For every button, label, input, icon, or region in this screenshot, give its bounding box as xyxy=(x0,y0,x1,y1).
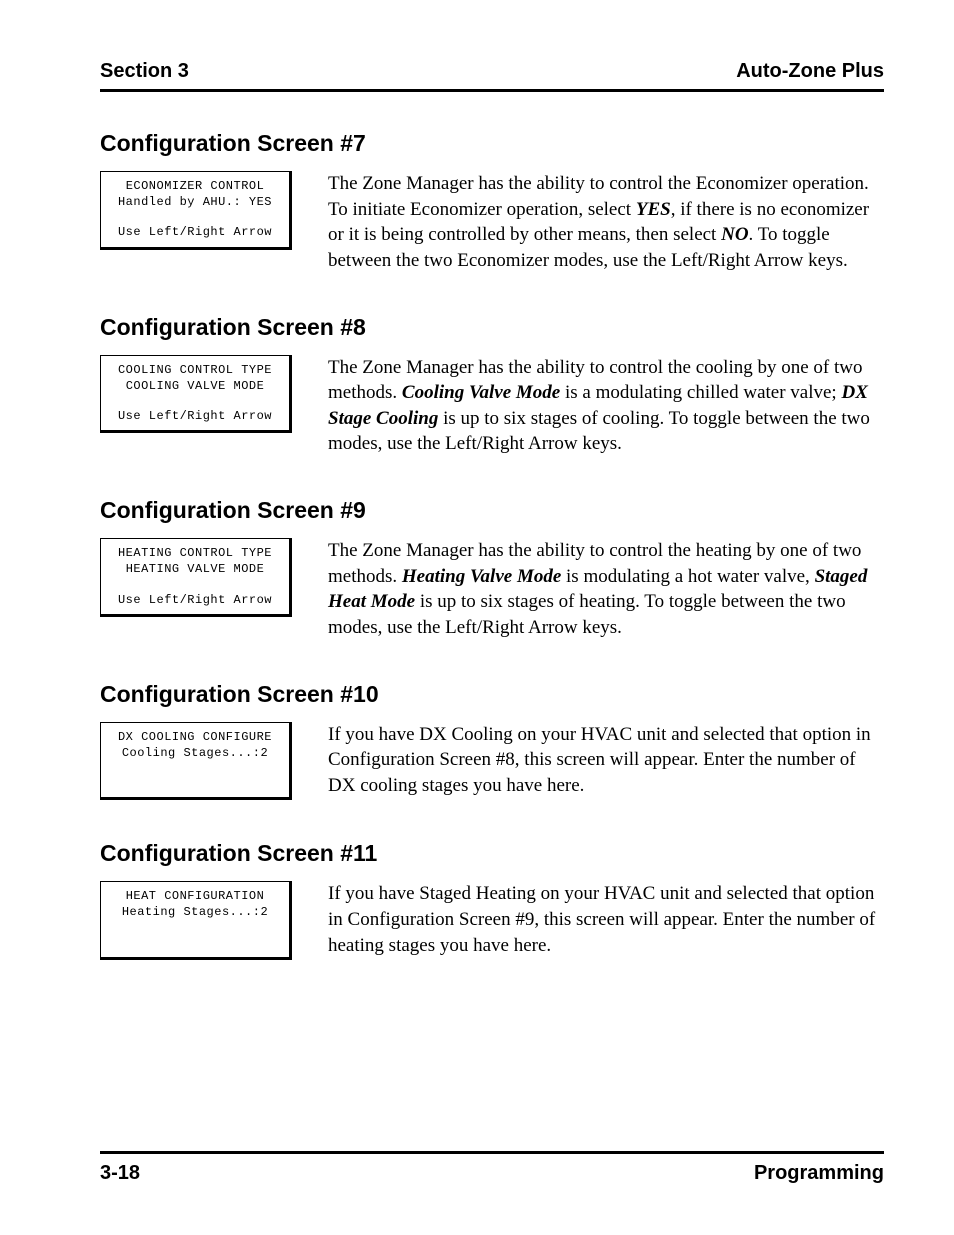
config-block: HEAT CONFIGURATIONHeating Stages...:2 If… xyxy=(100,881,884,960)
config-heading: Configuration Screen #10 xyxy=(100,681,884,708)
config-block: COOLING CONTROL TYPECOOLING VALVE MODE Us… xyxy=(100,355,884,458)
screen-display: DX COOLING CONFIGURECooling Stages...:2 xyxy=(100,722,292,801)
screen-line: HEAT CONFIGURATION xyxy=(107,888,283,904)
config-block: DX COOLING CONFIGURECooling Stages...:2 … xyxy=(100,722,884,801)
config-block: HEATING CONTROL TYPEHEATING VALVE MODE Us… xyxy=(100,538,884,641)
page-footer: 3-18 Programming xyxy=(100,1151,884,1185)
screen-line: DX COOLING CONFIGURE xyxy=(107,729,283,745)
screen-line: Use Left/Right Arrow xyxy=(107,224,283,240)
page-number: 3-18 xyxy=(100,1162,140,1185)
screen-line: COOLING VALVE MODE xyxy=(107,378,283,394)
screen-line: Use Left/Right Arrow xyxy=(107,408,283,424)
screen-display: HEAT CONFIGURATIONHeating Stages...:2 xyxy=(100,881,292,960)
config-heading: Configuration Screen #8 xyxy=(100,314,884,341)
screen-line: ECONOMIZER CONTROL xyxy=(107,178,283,194)
screen-display: HEATING CONTROL TYPEHEATING VALVE MODE Us… xyxy=(100,538,292,617)
screen-line: HEATING VALVE MODE xyxy=(107,561,283,577)
config-description: If you have Staged Heating on your HVAC … xyxy=(328,881,884,958)
screen-display: ECONOMIZER CONTROLHandled by AHU.: YES Us… xyxy=(100,171,292,250)
screen-line: COOLING CONTROL TYPE xyxy=(107,362,283,378)
config-block: ECONOMIZER CONTROLHandled by AHU.: YES Us… xyxy=(100,171,884,274)
screen-line: Cooling Stages...:2 xyxy=(107,745,283,761)
section-label: Section 3 xyxy=(100,60,189,83)
screen-line: Handled by AHU.: YES xyxy=(107,194,283,210)
product-label: Auto-Zone Plus xyxy=(736,60,884,83)
screen-line: Use Left/Right Arrow xyxy=(107,592,283,608)
config-heading: Configuration Screen #7 xyxy=(100,130,884,157)
config-description: The Zone Manager has the ability to cont… xyxy=(328,538,884,641)
screen-line: Heating Stages...:2 xyxy=(107,904,283,920)
config-heading: Configuration Screen #9 xyxy=(100,497,884,524)
config-description: If you have DX Cooling on your HVAC unit… xyxy=(328,722,884,799)
page-header: Section 3 Auto-Zone Plus xyxy=(100,60,884,92)
config-description: The Zone Manager has the ability to cont… xyxy=(328,171,884,274)
footer-title: Programming xyxy=(754,1162,884,1185)
screen-display: COOLING CONTROL TYPECOOLING VALVE MODE Us… xyxy=(100,355,292,434)
screen-line: HEATING CONTROL TYPE xyxy=(107,545,283,561)
config-description: The Zone Manager has the ability to cont… xyxy=(328,355,884,458)
config-heading: Configuration Screen #11 xyxy=(100,840,884,867)
